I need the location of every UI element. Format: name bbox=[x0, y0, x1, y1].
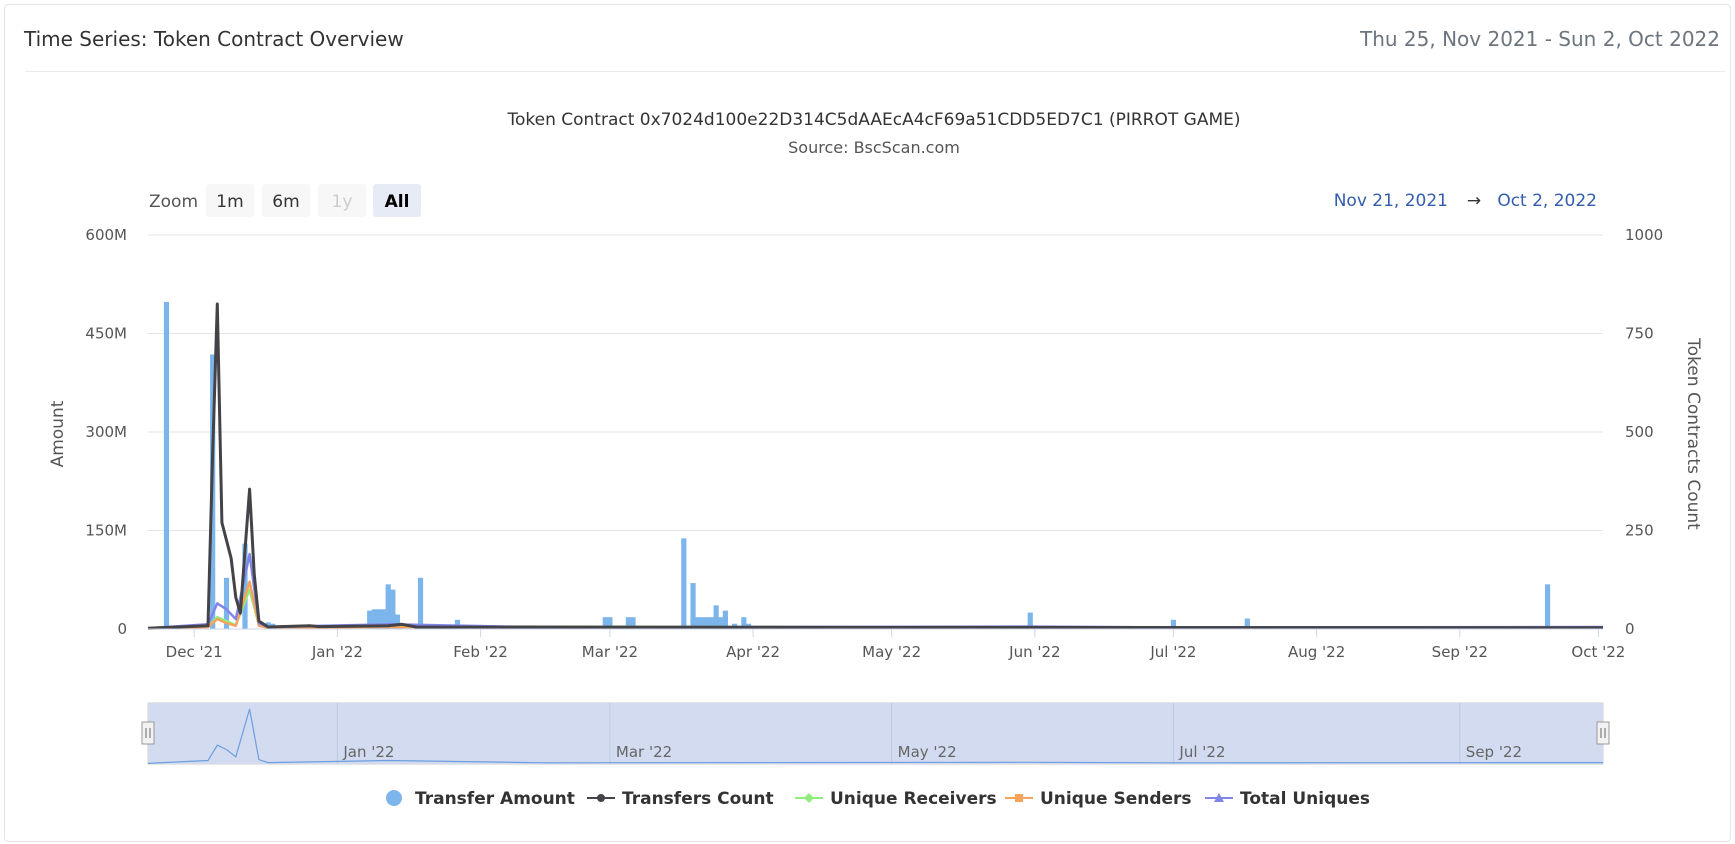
legend-item-transfer-amount[interactable]: Transfer Amount bbox=[386, 789, 575, 809]
legend-label: Unique Senders bbox=[1040, 789, 1192, 809]
y-axis-left-title: Amount bbox=[48, 400, 68, 467]
zoom-label: Zoom bbox=[149, 192, 198, 212]
legend-item-total-uniques[interactable]: Total Uniques bbox=[1205, 789, 1370, 809]
y-axis-left: 0 150M 300M 450M 600M bbox=[85, 226, 127, 638]
legend-item-unique-senders[interactable]: Unique Senders bbox=[1005, 789, 1192, 809]
transfer-amount-series bbox=[163, 301, 1551, 629]
x-tick-label: Feb '22 bbox=[453, 643, 508, 661]
y-left-tick-label: 0 bbox=[117, 620, 127, 638]
x-tick-label: Mar '22 bbox=[582, 643, 638, 661]
y-axis-right: 0 250 500 750 1000 bbox=[1625, 226, 1663, 638]
y-right-tick-label: 0 bbox=[1625, 620, 1635, 638]
y-right-tick-label: 500 bbox=[1625, 423, 1654, 441]
y-right-tick-label: 750 bbox=[1625, 325, 1654, 343]
chart-subtitle: Source: BscScan.com bbox=[788, 138, 960, 157]
transfer-amount-bar bbox=[681, 538, 687, 629]
range-to-input[interactable]: Oct 2, 2022 bbox=[1497, 191, 1597, 211]
transfer-amount-bar bbox=[1544, 584, 1551, 629]
legend-marker bbox=[597, 794, 605, 802]
navigator-handle-right[interactable] bbox=[1596, 721, 1610, 745]
legend-symbol-circle bbox=[386, 790, 402, 806]
navigator-tick-label: Mar '22 bbox=[616, 743, 672, 761]
y-right-tick-label: 250 bbox=[1625, 522, 1654, 540]
legend-label: Unique Receivers bbox=[830, 789, 997, 809]
transfer-amount-bar bbox=[417, 577, 424, 629]
transfers-count-line bbox=[147, 302, 1604, 630]
x-tick-label: Dec '21 bbox=[166, 643, 223, 661]
legend-item-unique-receivers[interactable]: Unique Receivers bbox=[795, 789, 997, 809]
zoom-button-1y[interactable]: 1y bbox=[318, 184, 366, 217]
x-tick-label: Apr '22 bbox=[726, 643, 780, 661]
y-left-tick-label: 450M bbox=[85, 325, 127, 343]
y-left-tick-label: 300M bbox=[85, 423, 127, 441]
x-tick-label: May '22 bbox=[862, 643, 921, 661]
x-tick-label: Sep '22 bbox=[1432, 643, 1488, 661]
legend-label: Transfers Count bbox=[622, 789, 774, 809]
legend-marker bbox=[1015, 794, 1023, 802]
grid-lines bbox=[148, 234, 1603, 630]
navigator-tick-label: May '22 bbox=[898, 743, 957, 761]
x-axis: Dec '21 Jan '22 Feb '22 Mar '22 Apr '22 May '… bbox=[148, 628, 1625, 661]
unique-receivers-line bbox=[147, 588, 1604, 630]
zoom-button-label: 1m bbox=[216, 192, 243, 212]
x-tick-label: Aug '22 bbox=[1288, 643, 1345, 661]
time-series-chart: Token Contract 0x7024d100e22D314C5dAAEcA… bbox=[48, 110, 1703, 809]
total-uniques-line bbox=[147, 552, 1604, 630]
zoom-button-all[interactable]: All bbox=[373, 184, 421, 217]
range-from-input[interactable]: Nov 21, 2021 bbox=[1334, 191, 1448, 211]
legend-label: Transfer Amount bbox=[415, 789, 575, 809]
y-left-tick-label: 600M bbox=[85, 226, 127, 244]
transfer-amount-bar bbox=[390, 589, 396, 629]
legend-label: Total Uniques bbox=[1240, 789, 1370, 809]
chart-title: Token Contract 0x7024d100e22D314C5dAAEcA… bbox=[506, 110, 1240, 130]
unique-senders-line bbox=[147, 580, 1604, 630]
navigator-tick-label: Jul '22 bbox=[1178, 743, 1225, 761]
legend: Transfer Amount Transfers Count Unique Rec… bbox=[386, 789, 1370, 809]
navigator[interactable]: Jan '22 Mar '22 May '22 Jul '22 Sep '22 bbox=[141, 702, 1610, 765]
transfer-amount-bar bbox=[163, 301, 170, 629]
x-tick-label: Jul '22 bbox=[1149, 643, 1196, 661]
navigator-tick-label: Sep '22 bbox=[1466, 743, 1522, 761]
line-series bbox=[147, 302, 1604, 630]
zoom-button-1m[interactable]: 1m bbox=[206, 184, 254, 217]
transfer-amount-bar bbox=[713, 605, 719, 629]
zoom-button-6m[interactable]: 6m bbox=[262, 184, 310, 217]
legend-marker bbox=[804, 793, 814, 803]
transfer-amount-bar bbox=[385, 584, 391, 629]
y-right-tick-label: 1000 bbox=[1625, 226, 1663, 244]
navigator-tick-label: Jan '22 bbox=[342, 743, 394, 761]
zoom-button-label: All bbox=[385, 192, 410, 212]
zoom-button-label: 6m bbox=[272, 192, 299, 212]
x-tick-label: Oct '22 bbox=[1571, 643, 1625, 661]
navigator-handle-left[interactable] bbox=[141, 721, 155, 745]
y-left-tick-label: 150M bbox=[85, 522, 127, 540]
transfer-amount-bar bbox=[690, 583, 696, 629]
x-tick-label: Jan '22 bbox=[311, 643, 363, 661]
range-arrow: → bbox=[1467, 191, 1481, 211]
x-tick-label: Jun '22 bbox=[1008, 643, 1060, 661]
legend-item-transfers-count[interactable]: Transfers Count bbox=[587, 789, 774, 809]
y-axis-right-title: Token Contracts Count bbox=[1683, 337, 1703, 530]
zoom-button-label: 1y bbox=[332, 192, 353, 212]
